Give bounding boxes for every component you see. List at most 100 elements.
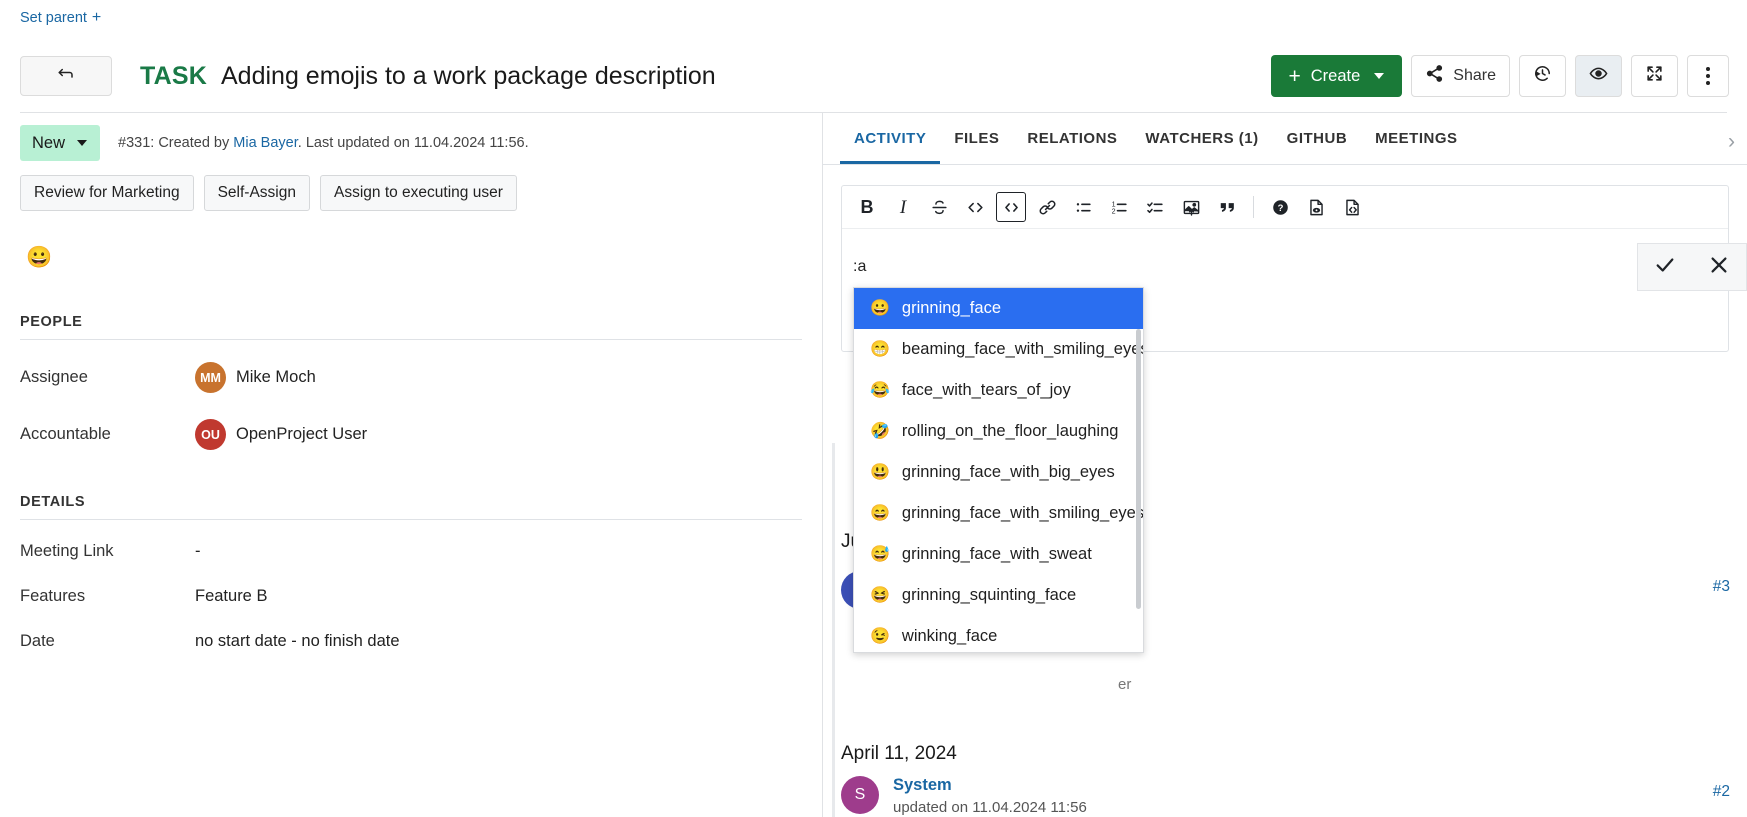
emoji-glyph: 😉	[870, 629, 890, 645]
share-icon	[1425, 64, 1444, 88]
activity-number-1[interactable]: #3	[1713, 578, 1730, 596]
checkmark-icon	[1654, 263, 1676, 280]
emoji-option-grinning-face-with-big-eyes[interactable]: 😃 grinning_face_with_big_eyes	[854, 452, 1143, 493]
button-assign-to-executing-user[interactable]: Assign to executing user	[320, 175, 517, 211]
field-assignee-label: Assignee	[20, 368, 195, 387]
emoji-glyph: 😁	[870, 342, 890, 358]
comment-confirm-bar	[1637, 243, 1747, 291]
avatar: OU	[195, 419, 226, 450]
inline-code-icon[interactable]	[960, 192, 990, 222]
tab-watchers[interactable]: WATCHERS (1)	[1131, 113, 1272, 164]
button-self-assign[interactable]: Self-Assign	[204, 175, 310, 211]
emoji-option-grinning-face[interactable]: 😀 grinning_face	[854, 288, 1143, 329]
code-block-icon[interactable]	[996, 192, 1026, 222]
more-menu-button[interactable]	[1687, 55, 1729, 97]
emoji-glyph: 😂	[870, 383, 890, 399]
toolbar-separator	[1253, 196, 1254, 218]
workflow-buttons: Review for Marketing Self-Assign Assign …	[0, 161, 822, 211]
tab-activity[interactable]: ACTIVITY	[840, 113, 940, 164]
field-features-label: Features	[20, 587, 195, 606]
bulleted-list-icon[interactable]	[1068, 192, 1098, 222]
back-button[interactable]	[20, 56, 112, 96]
field-features: Features Feature B	[20, 587, 802, 606]
avatar: MM	[195, 362, 226, 393]
meta-suffix: . Last updated on 11.04.2024 11:56.	[298, 135, 529, 151]
chevron-down-icon	[77, 140, 87, 146]
emoji-label: rolling_on_the_floor_laughing	[902, 422, 1119, 441]
tab-meetings[interactable]: MEETINGS	[1361, 113, 1471, 164]
markdown-source-icon[interactable]	[1337, 192, 1367, 222]
people-section-heading: PEOPLE	[20, 314, 802, 330]
emoji-option-winking-face[interactable]: 😉 winking_face	[854, 616, 1143, 653]
emoji-label: grinning_squinting_face	[902, 586, 1076, 605]
activity-date-heading-2: April 11, 2024	[841, 743, 957, 765]
tab-relations[interactable]: RELATIONS	[1013, 113, 1131, 164]
emoji-option-rolling-on-the-floor-laughing[interactable]: 🤣 rolling_on_the_floor_laughing	[854, 411, 1143, 452]
field-date-value[interactable]: no start date - no finish date	[195, 632, 400, 651]
status-badge[interactable]: New	[20, 125, 100, 161]
description-content[interactable]: 😀	[0, 211, 822, 268]
field-accountable-value[interactable]: OU OpenProject User	[195, 419, 367, 450]
field-meeting-link: Meeting Link -	[20, 542, 802, 561]
emoji-option-grinning-squinting-face[interactable]: 😆 grinning_squinting_face	[854, 575, 1143, 616]
editor-typed-text: :a	[853, 258, 866, 276]
work-package-header: TASK Adding emojis to a work package des…	[0, 40, 1747, 112]
activity-timeline-bar	[832, 443, 835, 817]
create-button[interactable]: + Create	[1271, 55, 1403, 97]
bold-icon[interactable]: B	[852, 192, 882, 222]
meta-author-link[interactable]: Mia Bayer	[233, 135, 297, 151]
work-package-page: Set parent + TASK Adding emojis to a wor…	[0, 0, 1747, 817]
editor-toolbar: B I	[842, 186, 1728, 229]
emoji-label: grinning_face	[902, 299, 1001, 318]
eye-icon	[1589, 64, 1608, 88]
task-list-icon[interactable]	[1140, 192, 1170, 222]
insert-image-icon[interactable]	[1176, 192, 1206, 222]
numbered-list-icon[interactable]: 1 2	[1104, 192, 1134, 222]
activity-history-button[interactable]	[1519, 55, 1566, 97]
set-parent-link[interactable]: Set parent +	[20, 10, 101, 26]
chevron-right-icon[interactable]: ›	[1722, 130, 1741, 154]
strikethrough-icon[interactable]	[924, 192, 954, 222]
plus-icon: +	[1289, 66, 1301, 87]
accountable-name: OpenProject User	[236, 425, 367, 444]
watch-button[interactable]	[1575, 55, 1622, 97]
emoji-option-face-with-tears-of-joy[interactable]: 😂 face_with_tears_of_joy	[854, 370, 1143, 411]
activity-number-2[interactable]: #2	[1713, 783, 1730, 801]
preview-icon[interactable]	[1301, 192, 1331, 222]
italic-icon[interactable]: I	[888, 192, 918, 222]
emoji-option-grinning-face-with-sweat[interactable]: 😅 grinning_face_with_sweat	[854, 534, 1143, 575]
field-date-label: Date	[20, 632, 195, 651]
field-assignee-value[interactable]: MM Mike Moch	[195, 362, 316, 393]
tab-github[interactable]: GITHUB	[1273, 113, 1362, 164]
activity-author[interactable]: System	[893, 776, 1087, 795]
emoji-label: grinning_face_with_big_eyes	[902, 463, 1115, 482]
kebab-menu-icon	[1706, 67, 1710, 85]
blockquote-icon[interactable]	[1212, 192, 1242, 222]
back-arrow-icon	[57, 65, 75, 88]
svg-text:?: ?	[1277, 202, 1283, 213]
dropdown-scrollbar[interactable]	[1136, 329, 1141, 609]
tab-files[interactable]: FILES	[940, 113, 1013, 164]
link-icon[interactable]	[1032, 192, 1062, 222]
emoji-label: beaming_face_with_smiling_eyes	[902, 340, 1144, 359]
field-meeting-link-value[interactable]: -	[195, 542, 201, 561]
field-assignee: Assignee MM Mike Moch	[20, 362, 802, 393]
emoji-autocomplete-dropdown[interactable]: 😀 grinning_face 😁 beaming_face_with_smil…	[853, 287, 1144, 653]
assignee-name: Mike Moch	[236, 368, 316, 387]
emoji-option-beaming-face-with-smiling-eyes[interactable]: 😁 beaming_face_with_smiling_eyes	[854, 329, 1143, 370]
emoji-glyph: 😀	[870, 301, 890, 317]
help-icon[interactable]: ?	[1265, 192, 1295, 222]
expand-icon	[1645, 64, 1664, 88]
meta-prefix: #331: Created by	[118, 135, 233, 151]
emoji-label: winking_face	[902, 627, 997, 646]
share-button-label: Share	[1453, 67, 1496, 85]
button-review-for-marketing[interactable]: Review for Marketing	[20, 175, 194, 211]
status-row: New #331: Created by Mia Bayer. Last upd…	[0, 113, 822, 161]
emoji-option-grinning-face-with-smiling-eyes[interactable]: 😄 grinning_face_with_smiling_eyes	[854, 493, 1143, 534]
cancel-comment-button[interactable]	[1708, 254, 1730, 281]
share-button[interactable]: Share	[1411, 55, 1510, 97]
fullscreen-button[interactable]	[1631, 55, 1678, 97]
save-comment-button[interactable]	[1654, 254, 1676, 281]
field-features-value[interactable]: Feature B	[195, 587, 267, 606]
create-button-label: Create	[1311, 67, 1361, 86]
